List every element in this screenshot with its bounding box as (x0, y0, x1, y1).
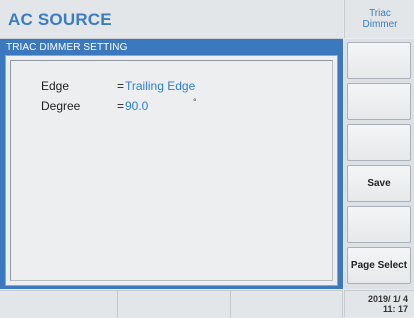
save-button[interactable]: Save (347, 165, 411, 202)
mode-line-2: Dimmer (362, 19, 398, 30)
setting-label: Edge (41, 79, 70, 93)
setting-value-edge[interactable]: Trailing Edge (125, 79, 195, 93)
degree-unit: ° (193, 97, 197, 107)
settings-panel: TRIAC DIMMER SETTING Edge = Trailing Edg… (0, 39, 343, 289)
softkey-3[interactable] (347, 124, 411, 161)
app-title: AC SOURCE (8, 10, 112, 29)
title-bar: AC SOURCE (0, 0, 343, 39)
panel-title: TRIAC DIMMER SETTING (6, 42, 128, 53)
softkey-1[interactable] (347, 42, 411, 79)
status-cell-3 (231, 291, 343, 318)
equals-sign: = (117, 79, 125, 93)
setting-label: Degree (41, 99, 81, 113)
clock-time: 11: 17 (382, 304, 408, 314)
softkey-2[interactable] (347, 83, 411, 120)
setting-value-degree[interactable]: 90.0 (125, 99, 148, 113)
status-bar (0, 290, 343, 318)
panel-body: Edge = Trailing Edge Degree = 90.0 ° (5, 55, 338, 286)
softkey-column: Save Page Select (344, 39, 414, 289)
status-cell-1 (0, 291, 118, 318)
equals-sign: = (117, 99, 125, 113)
mode-indicator: Triac Dimmer (344, 0, 414, 38)
softkey-5[interactable] (347, 206, 411, 243)
clock-date: 2019/ 1/ 4 (367, 294, 408, 304)
status-cell-2 (118, 291, 231, 318)
settings-frame: Edge = Trailing Edge Degree = 90.0 ° (10, 60, 333, 281)
page-select-button[interactable]: Page Select (347, 247, 411, 284)
mode-line-1: Triac (369, 8, 391, 19)
clock: 2019/ 1/ 4 11: 17 (344, 290, 414, 317)
